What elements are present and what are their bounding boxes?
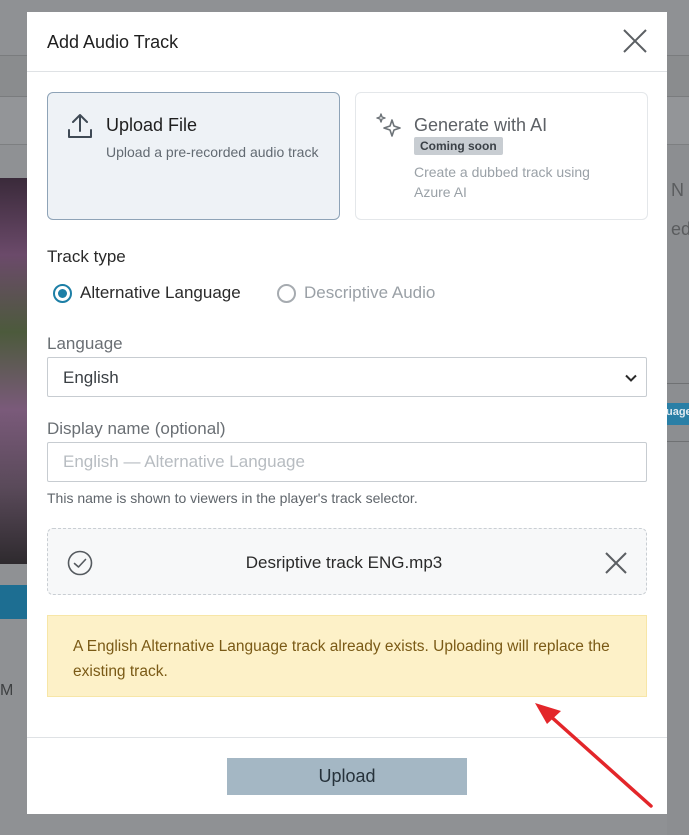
close-button[interactable] (621, 27, 649, 55)
background-text: ed (671, 219, 689, 239)
dialog-header: Add Audio Track (27, 12, 667, 72)
radio-unchecked-icon (277, 283, 296, 303)
radio-descriptive-audio[interactable]: Descriptive Audio (277, 283, 435, 303)
radio-alternative-language[interactable]: Alternative Language (53, 283, 241, 303)
warning-alert: A English Alternative Language track alr… (47, 615, 647, 697)
language-select[interactable]: English (47, 357, 647, 397)
background-text: N (671, 180, 684, 200)
close-icon (623, 29, 647, 53)
radio-checked-icon (53, 283, 72, 303)
upload-file-option[interactable]: Upload File Upload a pre-recorded audio … (47, 92, 340, 220)
selected-file: Desriptive track ENG.mp3 (47, 528, 647, 595)
remove-file-button[interactable] (602, 549, 630, 577)
radio-label: Descriptive Audio (304, 283, 436, 302)
language-label: Language (47, 334, 123, 353)
track-type-label: Track type (47, 247, 126, 266)
generate-ai-description: Create a dubbed track using Azure AI (414, 164, 590, 200)
footer-divider (27, 737, 667, 738)
display-name-input[interactable] (47, 442, 647, 482)
chevron-down-icon (625, 374, 637, 382)
add-audio-track-dialog: Add Audio Track Upload File Upload a pre… (27, 12, 667, 814)
sparkle-icon (373, 111, 403, 141)
close-icon (605, 552, 627, 574)
background-text: M (0, 682, 14, 699)
generate-ai-title: Generate with AI (414, 115, 548, 135)
background-button (0, 585, 27, 619)
language-value: English (63, 368, 119, 387)
display-name-label: Display name (optional) (47, 419, 226, 438)
background-video-thumbnail (0, 178, 27, 564)
coming-soon-badge: Coming soon (414, 137, 503, 155)
upload-button[interactable]: Upload (227, 758, 467, 795)
background-divider (667, 383, 689, 384)
display-name-hint: This name is shown to viewers in the pla… (47, 490, 418, 506)
upload-file-description: Upload a pre-recorded audio track (106, 144, 319, 160)
background-divider (667, 441, 689, 442)
warning-text: A English Alternative Language track alr… (73, 638, 610, 680)
dialog-title: Add Audio Track (47, 32, 179, 52)
radio-label: Alternative Language (80, 283, 241, 302)
upload-icon (65, 111, 95, 141)
upload-file-title: Upload File (106, 115, 198, 135)
file-name: Desriptive track ENG.mp3 (245, 553, 443, 572)
generate-ai-option: Generate with AI Coming soon Create a du… (355, 92, 648, 220)
background-side-panel (667, 145, 689, 835)
